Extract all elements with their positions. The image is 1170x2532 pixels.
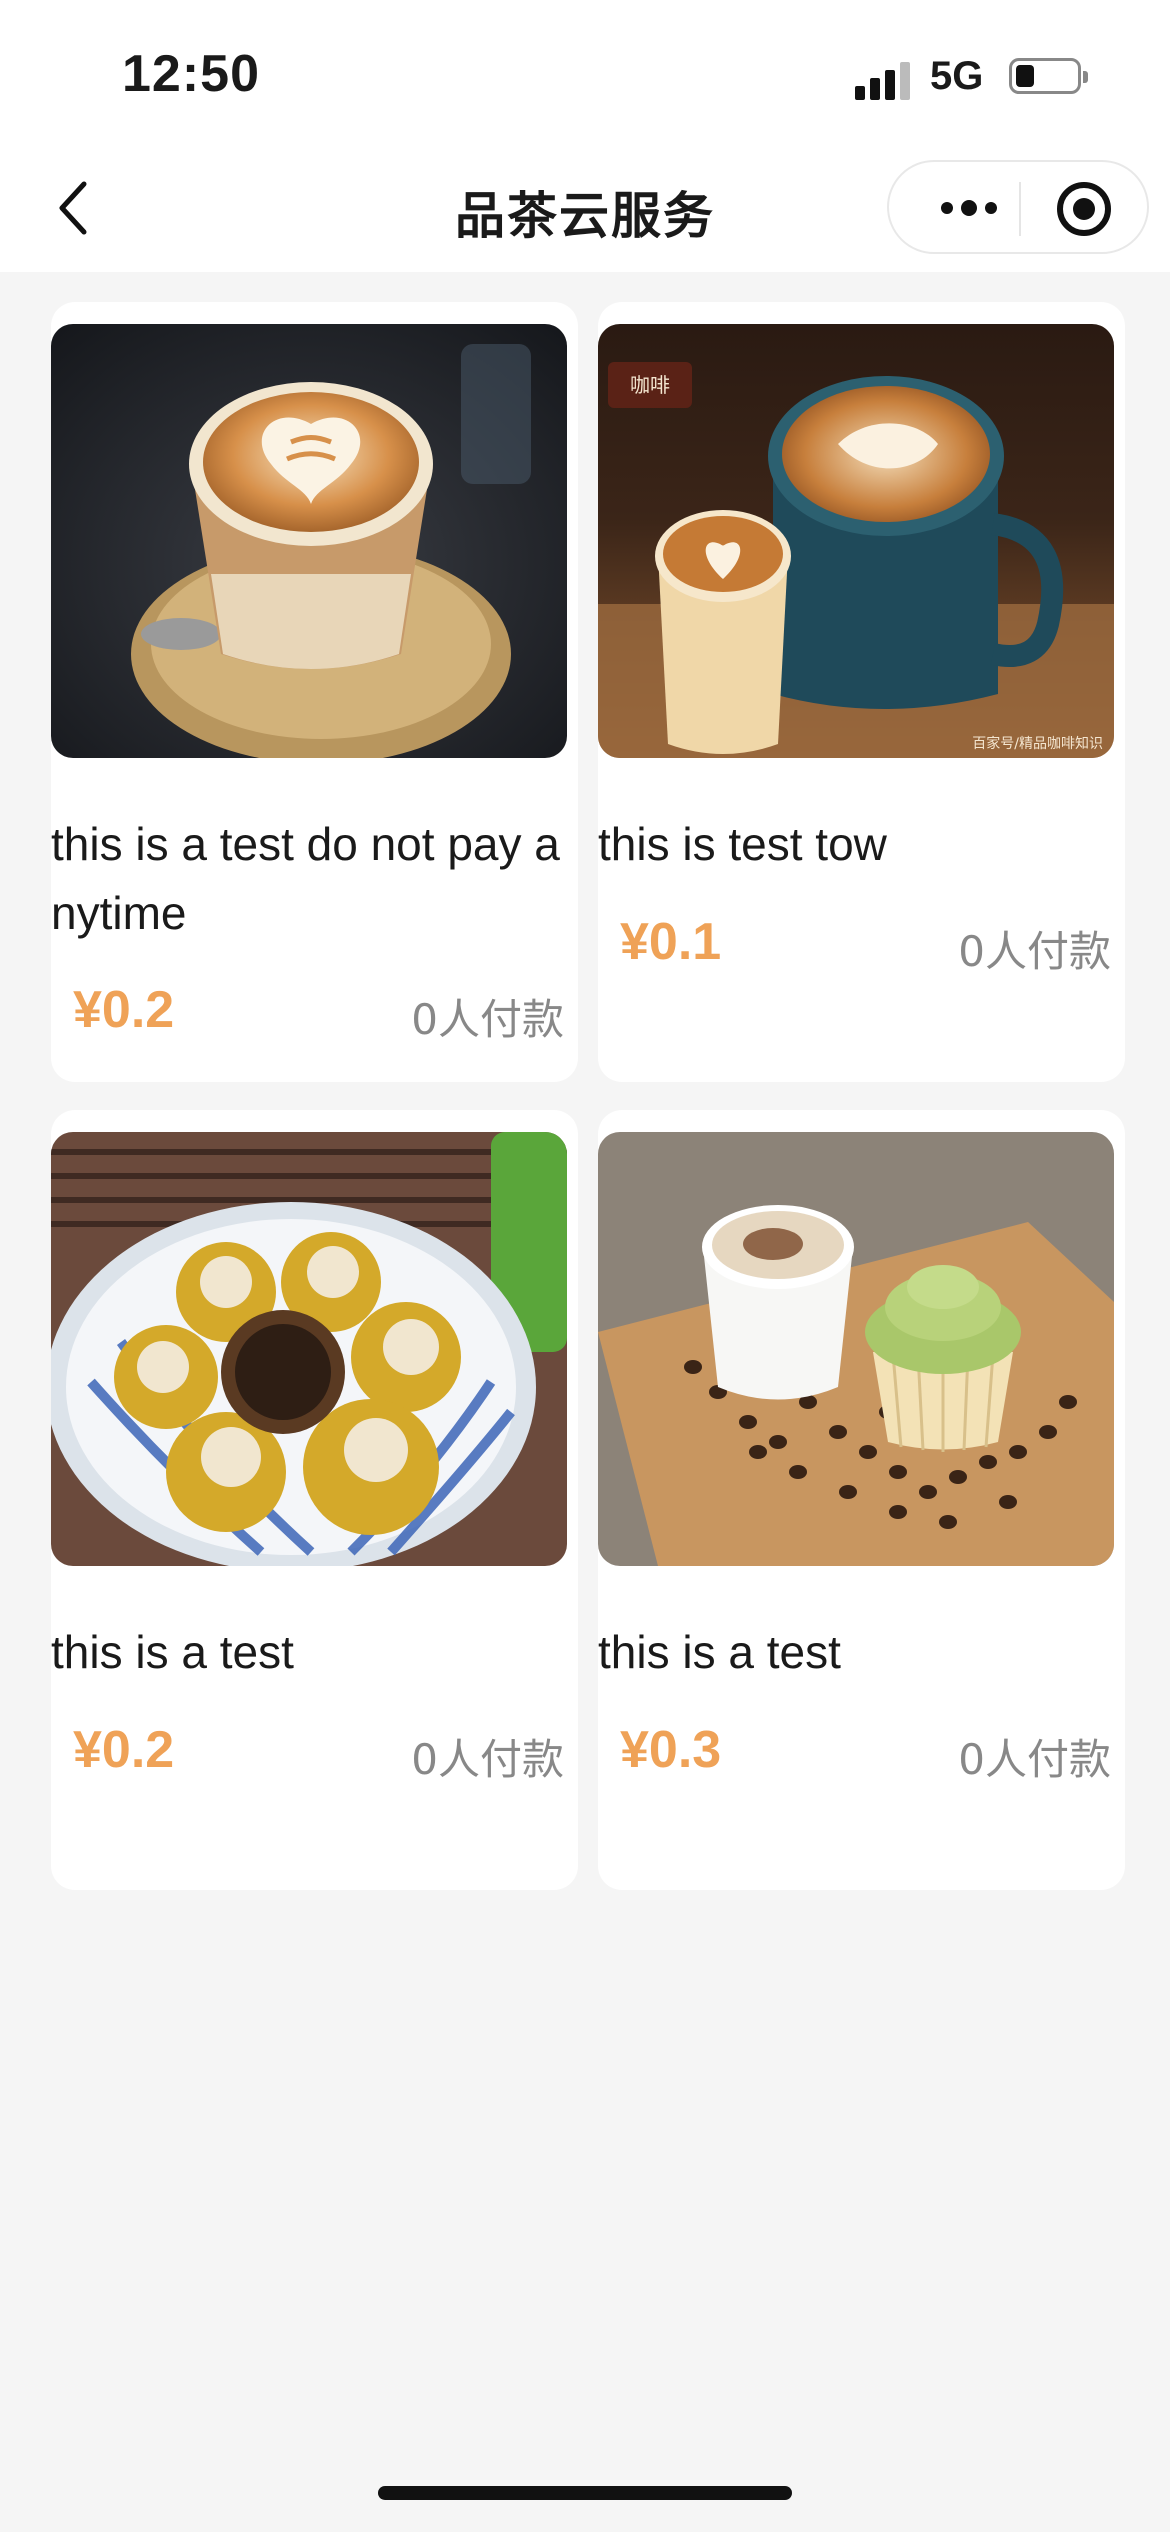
product-price: ¥0.3 (620, 1721, 722, 1779)
product-name: this is test tow (598, 818, 887, 870)
image-caption: 百家号/精品咖啡知识 (972, 735, 1103, 752)
product-sales-count: 0人付款 (958, 1735, 1111, 1784)
latte-art-image: 咖啡 百家号/精品咖啡知识 (598, 324, 1114, 758)
navigation-bar: 品茶云服务 (0, 150, 1170, 272)
product-price: ¥0.2 (73, 1721, 175, 1779)
latte-art-image (51, 324, 567, 758)
more-dot-icon (941, 202, 953, 214)
product-price: ¥0.1 (620, 913, 722, 971)
product-card[interactable]: this is a test do not pay anytime ¥0.2 0… (51, 302, 578, 1082)
product-image-latte-glass[interactable] (51, 324, 567, 758)
network-type-label: 5G (930, 54, 984, 98)
product-card[interactable]: this is a test ¥0.3 0人付款 (598, 1110, 1125, 1890)
product-name: this is a test (598, 1626, 841, 1678)
product-card[interactable]: 咖啡 百家号/精品咖啡知识 this is test tow ¥0.1 0人付款 (598, 302, 1125, 1082)
more-dot-icon (961, 200, 977, 216)
product-sales-count: 0人付款 (411, 1735, 564, 1784)
home-indicator[interactable] (378, 2486, 792, 2500)
product-price: ¥0.2 (73, 981, 175, 1039)
product-image-coffee-cupcake[interactable] (598, 1132, 1114, 1566)
coffee-cupcake-image (598, 1132, 1114, 1566)
battery-icon (1009, 58, 1088, 94)
status-bar: 12:50 5G (0, 0, 1170, 150)
mini-program-capsule (887, 160, 1149, 254)
product-name: this is a test do not pay anytime (51, 818, 560, 939)
product-image-puer-tea[interactable] (51, 1132, 567, 1566)
product-card[interactable]: this is a test ¥0.2 0人付款 (51, 1110, 578, 1890)
close-mini-program-button[interactable] (1057, 182, 1111, 236)
cellular-signal-icon (855, 58, 913, 100)
svg-text:咖啡: 咖啡 (630, 373, 670, 397)
product-sales-count: 0人付款 (958, 927, 1111, 976)
puer-tea-image (51, 1132, 567, 1566)
product-sales-count: 0人付款 (411, 995, 564, 1044)
capsule-divider (1019, 182, 1021, 236)
more-options-button[interactable] (929, 188, 1009, 228)
product-image-latte-two-cups[interactable]: 咖啡 百家号/精品咖啡知识 (598, 324, 1114, 758)
product-name: this is a test (51, 1626, 294, 1678)
more-dot-icon (985, 202, 997, 214)
status-time: 12:50 (122, 45, 260, 103)
